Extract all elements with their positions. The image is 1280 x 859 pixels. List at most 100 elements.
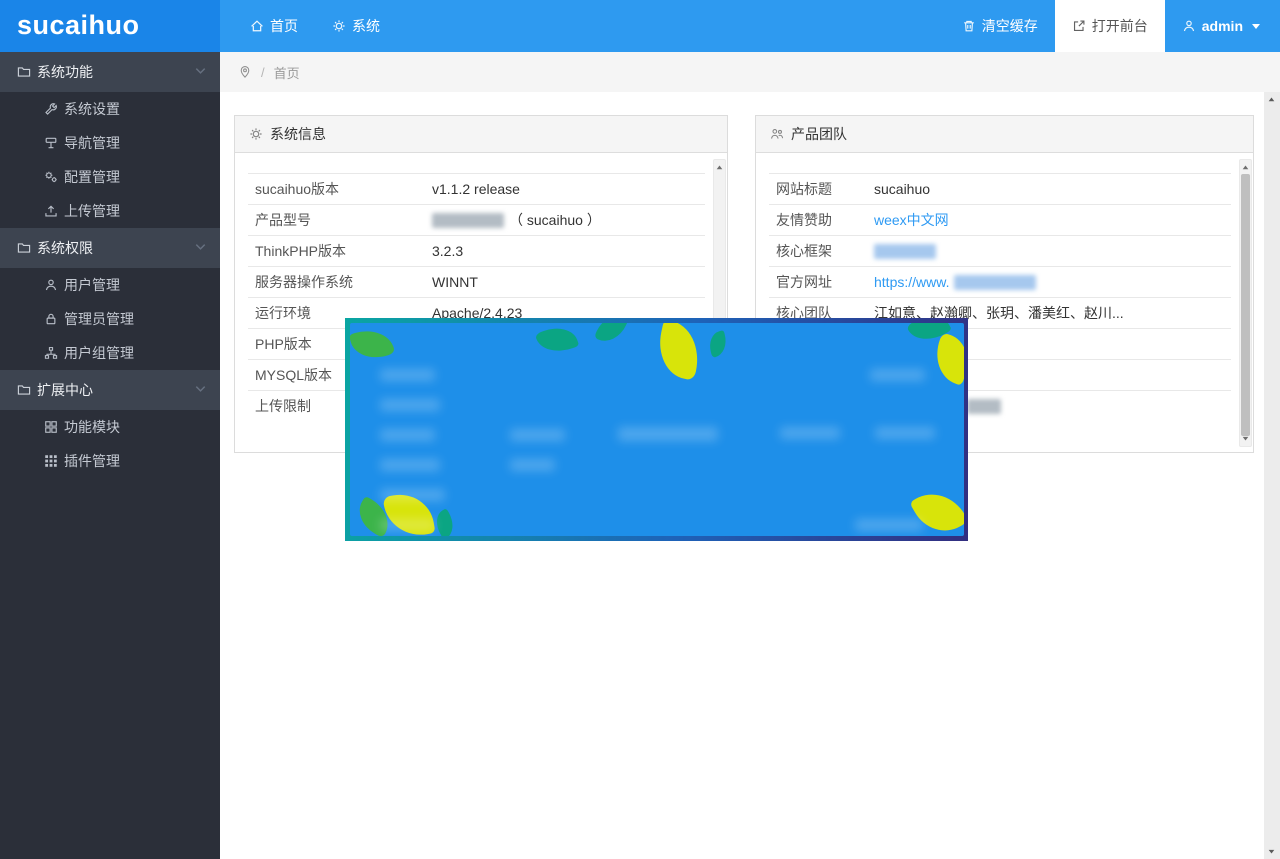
navbar-left-menu: 首页 系统 bbox=[233, 0, 397, 52]
leaf-decoration bbox=[350, 324, 395, 363]
row-value-text: v1.1.2 release bbox=[432, 181, 520, 197]
nav-item-admin-menu[interactable]: admin bbox=[1165, 0, 1280, 52]
caret-down-icon bbox=[1252, 24, 1260, 33]
blurred-text bbox=[380, 399, 440, 411]
row-value-text: weex中文网 bbox=[874, 210, 949, 230]
gear-icon bbox=[332, 19, 346, 33]
scroll-down-arrow[interactable] bbox=[1240, 432, 1251, 445]
home-icon bbox=[250, 19, 264, 33]
user-icon bbox=[44, 278, 58, 292]
sidebar-item-label: 插件管理 bbox=[64, 451, 120, 471]
row-value: sucaihuo bbox=[874, 181, 930, 197]
blurred-text bbox=[870, 369, 925, 381]
breadcrumb-separator: / bbox=[261, 65, 265, 80]
nav-item-label: 系统 bbox=[352, 16, 380, 36]
table-row: sucaihuo版本v1.1.2 release bbox=[248, 173, 705, 204]
top-navbar: sucaihuo 首页系统 清空缓存打开前台admin bbox=[0, 0, 1280, 52]
sidebar-section-label: 系统权限 bbox=[37, 238, 93, 258]
scroll-thumb[interactable] bbox=[1241, 174, 1250, 436]
navbar-right-menu: 清空缓存 打开前台 admin bbox=[945, 0, 1280, 52]
redacted-blur bbox=[432, 213, 504, 228]
external-link-icon bbox=[1072, 19, 1086, 33]
grid-large-icon bbox=[44, 420, 58, 434]
table-row: 网站标题sucaihuo bbox=[769, 173, 1231, 204]
sitemap-icon bbox=[44, 346, 58, 360]
breadcrumb-current[interactable]: 首页 bbox=[274, 63, 300, 82]
nav-item-system[interactable]: 系统 bbox=[315, 0, 397, 52]
row-value[interactable]: https://www. bbox=[874, 274, 1036, 290]
sidebar-item-user-manage[interactable]: 用户管理 bbox=[0, 268, 220, 302]
table-row: ThinkPHP版本3.2.3 bbox=[248, 235, 705, 266]
sidebar-item-usergroup-manage[interactable]: 用户组管理 bbox=[0, 336, 220, 370]
scroll-up-arrow[interactable] bbox=[1266, 93, 1277, 106]
scroll-down-arrow[interactable] bbox=[1266, 845, 1277, 858]
sidebar-item-plugin-manage[interactable]: 插件管理 bbox=[0, 444, 220, 478]
row-value: WINNT bbox=[432, 274, 478, 290]
sidebar-item-upload-manage[interactable]: 上传管理 bbox=[0, 194, 220, 228]
row-label: 网站标题 bbox=[769, 179, 874, 199]
sidebar-item-label: 上传管理 bbox=[64, 201, 120, 221]
row-label: 产品型号 bbox=[248, 210, 432, 230]
location-pin-icon bbox=[238, 65, 252, 79]
promo-popup-image bbox=[350, 323, 964, 536]
folder-icon bbox=[17, 383, 31, 397]
sidebar-item-label: 用户组管理 bbox=[64, 343, 134, 363]
product-team-header: 产品团队 bbox=[756, 116, 1253, 153]
sidebar-section-label: 扩展中心 bbox=[37, 380, 93, 400]
trash-icon bbox=[962, 19, 976, 33]
gear-icon bbox=[249, 127, 263, 141]
promo-popup[interactable] bbox=[345, 318, 968, 541]
sidebar-submenu: 功能模块插件管理 bbox=[0, 410, 220, 478]
nav-item-label: 首页 bbox=[270, 16, 298, 36]
sidebar-section-label: 系统功能 bbox=[37, 62, 93, 82]
nav-item-clear-cache[interactable]: 清空缓存 bbox=[945, 0, 1055, 52]
row-value-text: WINNT bbox=[432, 274, 478, 290]
row-value-text: （ sucaihuo ） bbox=[509, 210, 601, 230]
scroll-up-arrow[interactable] bbox=[1240, 161, 1251, 174]
nav-item-home[interactable]: 首页 bbox=[233, 0, 315, 52]
redacted-blur bbox=[874, 244, 936, 259]
sidebar-item-label: 系统设置 bbox=[64, 99, 120, 119]
sidebar-item-module-manage[interactable]: 功能模块 bbox=[0, 410, 220, 444]
sidebar-item-system-settings[interactable]: 系统设置 bbox=[0, 92, 220, 126]
sidebar-item-admin-manage[interactable]: 管理员管理 bbox=[0, 302, 220, 336]
page-scrollbar[interactable] bbox=[1264, 92, 1280, 859]
sidebar-section-system-permissions[interactable]: 系统权限 bbox=[0, 228, 220, 268]
table-row: 友情赞助weex中文网 bbox=[769, 204, 1231, 235]
table-row: 服务器操作系统WINNT bbox=[248, 266, 705, 297]
sidebar-submenu: 系统设置导航管理配置管理上传管理 bbox=[0, 92, 220, 228]
scroll-up-arrow[interactable] bbox=[714, 161, 725, 174]
blurred-text bbox=[875, 427, 935, 439]
grid-small-icon bbox=[44, 454, 58, 468]
leaf-decoration bbox=[535, 323, 580, 359]
row-value[interactable]: weex中文网 bbox=[874, 210, 949, 230]
system-info-header: 系统信息 bbox=[235, 116, 727, 153]
sidebar-section-extension-center[interactable]: 扩展中心 bbox=[0, 370, 220, 410]
sidebar-section-system-functions[interactable]: 系统功能 bbox=[0, 52, 220, 92]
blurred-text bbox=[510, 429, 565, 441]
row-value: v1.1.2 release bbox=[432, 181, 520, 197]
table-row: 官方网址https://www. bbox=[769, 266, 1231, 297]
nav-item-label: 清空缓存 bbox=[982, 16, 1038, 36]
folder-icon bbox=[17, 241, 31, 255]
nav-item-label: 打开前台 bbox=[1092, 16, 1148, 36]
blurred-text bbox=[780, 427, 840, 439]
upload-icon bbox=[44, 204, 58, 218]
sidebar-nav: 系统功能系统设置导航管理配置管理上传管理系统权限用户管理管理员管理用户组管理扩展… bbox=[0, 52, 220, 859]
chevron-down-icon bbox=[193, 63, 208, 81]
row-value: （ sucaihuo ） bbox=[432, 210, 601, 230]
row-value-text: 3.2.3 bbox=[432, 243, 463, 259]
row-label: 官方网址 bbox=[769, 272, 874, 292]
chevron-down-icon bbox=[193, 239, 208, 257]
wrench-icon bbox=[44, 102, 58, 116]
row-label: 友情赞助 bbox=[769, 210, 874, 230]
blurred-text bbox=[380, 489, 445, 501]
sidebar-item-config-manage[interactable]: 配置管理 bbox=[0, 160, 220, 194]
row-label: 核心框架 bbox=[769, 241, 874, 261]
sidebar-item-nav-manage[interactable]: 导航管理 bbox=[0, 126, 220, 160]
sidebar-submenu: 用户管理管理员管理用户组管理 bbox=[0, 268, 220, 370]
nav-item-open-frontend[interactable]: 打开前台 bbox=[1055, 0, 1165, 52]
blurred-text bbox=[380, 519, 435, 531]
sidebar-item-label: 导航管理 bbox=[64, 133, 120, 153]
panel-scrollbar[interactable] bbox=[1239, 159, 1252, 447]
